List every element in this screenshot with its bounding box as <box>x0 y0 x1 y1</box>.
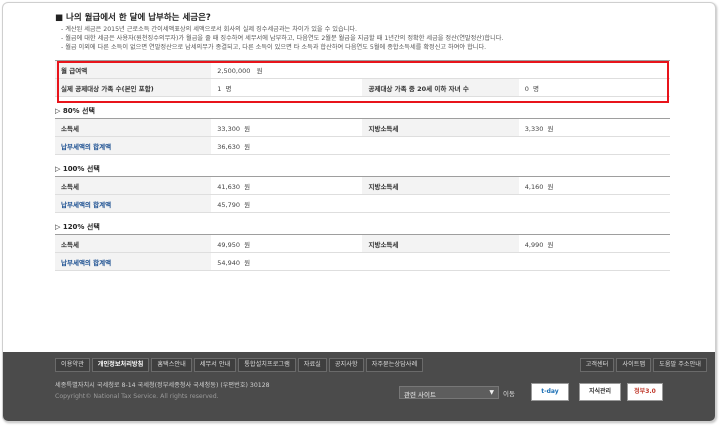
note-line: - 월급 이외에 다른 소득이 없으면 연말정산으로 납세의무가 종결되고, 다… <box>61 44 487 51</box>
local-tax-value: 4,160 원 <box>518 176 670 195</box>
total-value: 36,630 원 <box>211 136 670 155</box>
footer-nav: 이용약관 개인정보처리방침 홈택스안내 세무서 안내 통합설치프로그램 자료실 공지사항 자주… <box>55 358 425 372</box>
footer-link-faq[interactable]: 자주묻는상담사례 <box>365 358 424 372</box>
section-title: ▷ 100% 선택 <box>55 165 100 173</box>
footer: 이용약관 개인정보처리방침 홈택스안내 세무서 안내 통합설치프로그램 자료실 공지사항 자주… <box>3 352 715 421</box>
gov30-badge[interactable]: 정부3.0 <box>627 383 663 401</box>
result-table-120: 소득세 49,950 원 지방소득세 4,990 원 납부세액의 합계액 54,… <box>55 234 670 271</box>
result-table-100: 소득세 41,630 원 지방소득세 4,160 원 납부세액의 합계액 45,… <box>55 176 670 213</box>
income-tax-label: 소득세 <box>55 176 212 195</box>
result-table-80: 소득세 33,300 원 지방소득세 3,330 원 납부세액의 합계액 36,… <box>55 118 670 155</box>
note-line: - 월급에 대한 세금은 사용자(원천징수의무자)가 월급을 줄 때 징수하여 … <box>61 35 504 42</box>
table-row: 소득세 49,950 원 지방소득세 4,990 원 <box>55 234 670 253</box>
footer-address: 세종특별자치시 국세청로 8-14 국세청(정부세종청사 국세청동) (우편번호… <box>55 382 270 389</box>
total-value: 54,940 원 <box>211 252 670 271</box>
notes: - 계산된 세금은 2015년 근로소득 간이세액표상의 세액으로서 회사의 실… <box>55 25 670 52</box>
total-value: 45,790 원 <box>211 194 670 213</box>
section-title: ▷ 80% 선택 <box>55 107 95 115</box>
footer-link-archive[interactable]: 자료실 <box>297 358 327 372</box>
footer-link-tax-office[interactable]: 세무서 안내 <box>193 358 237 372</box>
total-label: 납부세액의 합계액 <box>55 136 212 155</box>
knowledge-badge[interactable]: 지식관리 <box>579 383 621 401</box>
total-label: 납부세액의 합계액 <box>55 252 212 271</box>
local-tax-value: 4,990 원 <box>518 234 670 253</box>
table-row: 소득세 41,630 원 지방소득세 4,160 원 <box>55 176 670 195</box>
tday-badge[interactable]: t-day <box>531 383 569 401</box>
local-tax-value: 3,330 원 <box>518 118 670 137</box>
income-tax-value: 33,300 원 <box>211 118 363 137</box>
note-line: - 계산된 세금은 2015년 근로소득 간이세액표상의 세액으로서 회사의 실… <box>61 26 357 33</box>
highlight-box <box>57 61 669 103</box>
footer-nav-right: 고객센터 사이트맵 도움말 주소안내 <box>578 358 707 372</box>
income-tax-value: 49,950 원 <box>211 234 363 253</box>
footer-link-terms[interactable]: 이용약관 <box>55 358 90 372</box>
table-row: 납부세액의 합계액 54,940 원 <box>55 252 670 271</box>
local-tax-label: 지방소득세 <box>362 176 519 195</box>
question-title: ■ 나의 월급에서 한 달에 납부하는 세금은? <box>55 13 211 23</box>
table-row: 소득세 33,300 원 지방소득세 3,330 원 <box>55 118 670 137</box>
footer-link-help[interactable]: 도움말 주소안내 <box>653 358 707 372</box>
page-frame: ■ 나의 월급에서 한 달에 납부하는 세금은? - 계산된 세금은 2015년… <box>2 2 716 422</box>
income-tax-label: 소득세 <box>55 234 212 253</box>
table-row: 납부세액의 합계액 45,790 원 <box>55 194 670 213</box>
footer-link-installer[interactable]: 통합설치프로그램 <box>238 358 296 372</box>
income-tax-label: 소득세 <box>55 118 212 137</box>
footer-link-hometax[interactable]: 홈택스안내 <box>151 358 192 372</box>
go-button[interactable]: 이동 <box>503 388 515 398</box>
total-label: 납부세액의 합계액 <box>55 194 212 213</box>
local-tax-label: 지방소득세 <box>362 118 519 137</box>
footer-link-notice[interactable]: 공지사항 <box>328 358 364 372</box>
income-tax-value: 41,630 원 <box>211 176 363 195</box>
local-tax-label: 지방소득세 <box>362 234 519 253</box>
table-row: 납부세액의 합계액 36,630 원 <box>55 136 670 155</box>
footer-link-privacy[interactable]: 개인정보처리방침 <box>91 358 150 372</box>
related-sites-select[interactable]: 관련 사이트 ▼ <box>399 386 499 399</box>
footer-link-customer-center[interactable]: 고객센터 <box>579 358 615 372</box>
footer-copyright: Copyright© National Tax Service. All rig… <box>55 393 219 400</box>
chevron-down-icon: ▼ <box>489 389 494 396</box>
footer-link-sitemap[interactable]: 사이트맵 <box>616 358 652 372</box>
calculator-result: ■ 나의 월급에서 한 달에 납부하는 세금은? - 계산된 세금은 2015년… <box>55 11 670 271</box>
section-title: ▷ 120% 선택 <box>55 223 100 231</box>
